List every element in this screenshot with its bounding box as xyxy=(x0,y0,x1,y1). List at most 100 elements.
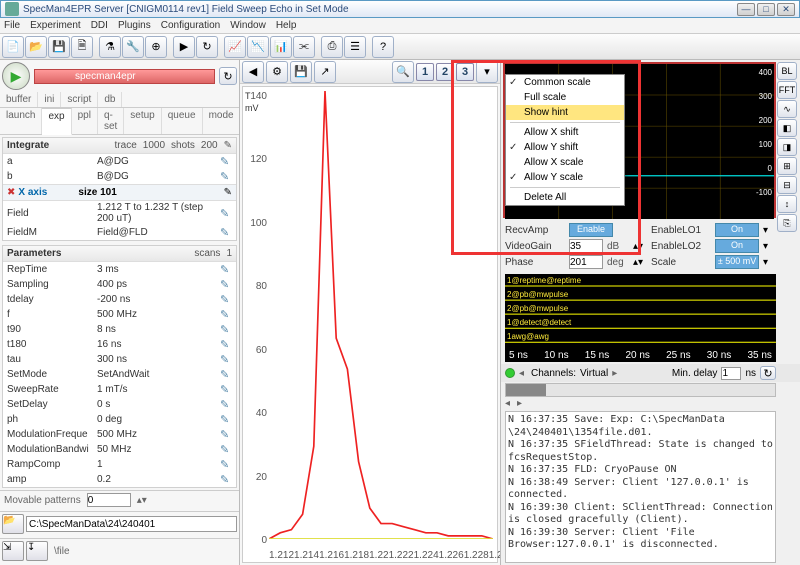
movable-input[interactable] xyxy=(87,493,131,507)
tab-ppl[interactable]: ppl xyxy=(72,108,98,134)
param-row[interactable]: ModulationBandwi50 MHz✎ xyxy=(3,442,236,457)
stepper-icon[interactable]: ▴▾ xyxy=(633,257,643,268)
param-row[interactable]: ModulationFreque500 MHz✎ xyxy=(3,427,236,442)
tb-hw-icon[interactable]: 🔧 xyxy=(122,36,144,58)
side-tool-button[interactable]: BL xyxy=(777,62,797,80)
minimize-button[interactable]: — xyxy=(737,3,755,16)
menu-help[interactable]: Help xyxy=(276,20,297,31)
ct-export-icon[interactable]: ↗ xyxy=(314,61,336,83)
file-path-input[interactable] xyxy=(26,516,237,532)
tb-plot3-icon[interactable]: 📊 xyxy=(270,36,292,58)
edit-icon[interactable]: ✎ xyxy=(220,428,232,441)
param-row[interactable]: t908 ns✎ xyxy=(3,322,236,337)
stepper-icon[interactable]: ▴▾ xyxy=(633,241,643,252)
param-row[interactable]: SetModeSetAndWait✎ xyxy=(3,367,236,382)
tab-queue[interactable]: queue xyxy=(162,108,203,134)
ctx-allow-x-shift[interactable]: Allow X shift xyxy=(506,125,624,140)
close-button[interactable]: ✕ xyxy=(777,3,795,16)
tb-plot1-icon[interactable]: 📈 xyxy=(224,36,246,58)
edit-icon[interactable]: ✎ xyxy=(220,383,232,396)
channel-mode[interactable]: Virtual xyxy=(580,368,608,379)
tb-plot2-icon[interactable]: 📉 xyxy=(247,36,269,58)
tb-open-icon[interactable]: 📂 xyxy=(25,36,47,58)
tab-setup[interactable]: setup xyxy=(124,108,161,134)
side-tool-button[interactable]: ⊞ xyxy=(777,157,797,175)
menu-plugins[interactable]: Plugins xyxy=(118,20,151,31)
oscilloscope-display[interactable]: ✓Common scaleFull scaleShow hint Allow X … xyxy=(503,62,776,218)
axis-row[interactable]: FieldMField@FLD✎ xyxy=(3,225,236,240)
tb-new-icon[interactable]: 📄 xyxy=(2,36,24,58)
side-tool-button[interactable]: ⎘ xyxy=(777,214,797,232)
x-axis-header[interactable]: ✖ X axis size 101 ✎ xyxy=(3,184,236,201)
param-row[interactable]: Sampling400 ps✎ xyxy=(3,277,236,292)
tb-proc1-icon[interactable]: ⎙ xyxy=(321,36,343,58)
file-action2-button[interactable]: ↧ xyxy=(26,541,48,561)
param-row[interactable]: RepTime3 ms✎ xyxy=(3,262,236,277)
param-row[interactable]: amp0.2✎ xyxy=(3,472,236,487)
ctx-full-scale[interactable]: Full scale xyxy=(506,90,624,105)
tab-q-set[interactable]: q-set xyxy=(98,108,124,134)
stepper-icon[interactable]: ▴▾ xyxy=(137,495,147,506)
edit-icon[interactable]: ✎ xyxy=(220,413,232,426)
tb-plot4-icon[interactable]: ⫘ xyxy=(293,36,315,58)
edit-icon[interactable]: ✎ xyxy=(220,170,232,183)
edit-icon[interactable]: ✎ xyxy=(220,207,232,220)
digital-waveform[interactable]: 5 ns10 ns15 ns20 ns25 ns30 ns35 ns 1@rep… xyxy=(505,274,776,362)
edit-icon[interactable]: ✎ xyxy=(220,398,232,411)
edit-icon[interactable]: ✎ xyxy=(224,140,232,151)
tb-loop-icon[interactable]: ↻ xyxy=(196,36,218,58)
edit-icon[interactable]: ✎ xyxy=(220,278,232,291)
side-tool-button[interactable]: ⊟ xyxy=(777,176,797,194)
side-tool-button[interactable]: ∿ xyxy=(777,100,797,118)
scroll-left-icon[interactable]: ◂ xyxy=(505,398,515,409)
prev-arrow-icon[interactable]: ◂ xyxy=(519,368,527,379)
side-tool-button[interactable]: FFT xyxy=(777,81,797,99)
tb-saveas-icon[interactable]: 🗎 xyxy=(71,36,93,58)
edit-icon[interactable]: ✎ xyxy=(220,308,232,321)
ct-zoom-icon[interactable]: 🔍 xyxy=(392,61,414,83)
chart-tab-3[interactable]: 3 xyxy=(456,63,474,81)
side-tool-button[interactable]: ◨ xyxy=(777,138,797,156)
tb-save-icon[interactable]: 💾 xyxy=(48,36,70,58)
ct-prev-icon[interactable]: ◀ xyxy=(242,61,264,83)
tab-ini[interactable]: ini xyxy=(38,92,61,107)
menu-window[interactable]: Window xyxy=(230,20,266,31)
file-action1-button[interactable]: ⇲ xyxy=(2,541,24,561)
ctx-allow-x-scale[interactable]: Allow X scale xyxy=(506,155,624,170)
integrate-row[interactable]: bB@DG✎ xyxy=(3,169,236,184)
ctx-allow-y-shift[interactable]: ✓Allow Y shift xyxy=(506,140,624,155)
tab-exp[interactable]: exp xyxy=(42,108,71,135)
edit-icon[interactable]: ✎ xyxy=(220,353,232,366)
tb-config-icon[interactable]: ⚗ xyxy=(99,36,121,58)
open-folder-button[interactable]: 📂 xyxy=(2,514,24,534)
edit-icon[interactable]: ✎ xyxy=(220,338,232,351)
ct-dropdown-icon[interactable]: ▾ xyxy=(476,61,498,83)
ctx-show-hint[interactable]: Show hint xyxy=(506,105,624,120)
menu-file[interactable]: File xyxy=(4,20,20,31)
ctx-delete-all[interactable]: Delete All xyxy=(506,190,624,205)
edit-icon[interactable]: ✎ xyxy=(220,368,232,381)
edit-icon[interactable]: ✎ xyxy=(220,443,232,456)
integrate-row[interactable]: aA@DG✎ xyxy=(3,154,236,169)
tab-launch[interactable]: launch xyxy=(0,108,42,134)
param-row[interactable]: f500 MHz✎ xyxy=(3,307,236,322)
param-row[interactable]: t18016 ns✎ xyxy=(3,337,236,352)
next-arrow-icon[interactable]: ▸ xyxy=(612,368,620,379)
edit-icon[interactable]: ✎ xyxy=(220,226,232,239)
param-row[interactable]: RampComp1✎ xyxy=(3,457,236,472)
refresh-icon[interactable]: ↻ xyxy=(760,366,776,380)
ctx-common-scale[interactable]: ✓Common scale xyxy=(506,75,624,90)
edit-icon[interactable]: ✎ xyxy=(224,187,232,198)
min-delay-input[interactable] xyxy=(721,367,741,380)
ctx-allow-y-scale[interactable]: ✓Allow Y scale xyxy=(506,170,624,185)
tb-field-icon[interactable]: ⊕ xyxy=(145,36,167,58)
menu-ddi[interactable]: DDI xyxy=(91,20,108,31)
reload-icon[interactable]: ↻ xyxy=(219,67,237,85)
axis-close-icon[interactable]: ✖ xyxy=(7,187,15,198)
param-row[interactable]: ph0 deg✎ xyxy=(3,412,236,427)
tab-buffer[interactable]: buffer xyxy=(0,92,38,107)
menu-configuration[interactable]: Configuration xyxy=(161,20,220,31)
menu-experiment[interactable]: Experiment xyxy=(30,20,81,31)
edit-icon[interactable]: ✎ xyxy=(220,263,232,276)
tab-db[interactable]: db xyxy=(98,92,122,107)
